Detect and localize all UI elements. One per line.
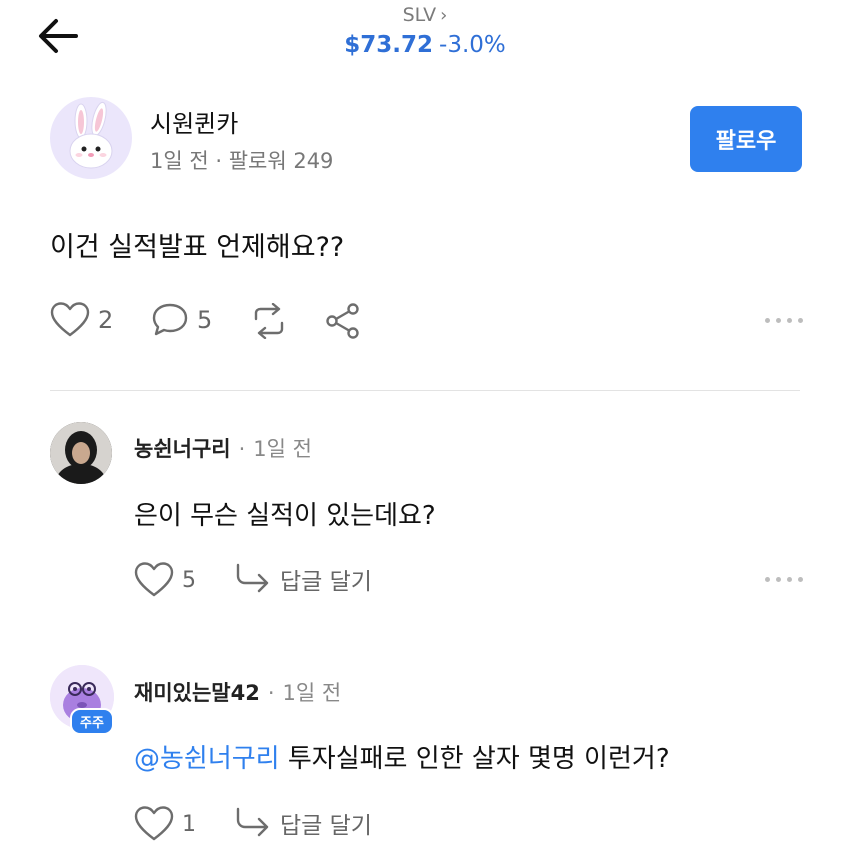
comment-body: 은이 무슨 실적이 있는데요?	[134, 501, 436, 531]
mention-link[interactable]: @농쉰너구리	[134, 744, 280, 774]
share-button[interactable]	[324, 302, 362, 340]
post-body: 이건 실적발표 언제해요??	[50, 232, 345, 263]
author-meta: 1일 전 · 팔로워 249	[150, 149, 334, 173]
commenter-avatar[interactable]	[50, 422, 112, 484]
like-count: 2	[98, 306, 114, 334]
reply-button[interactable]: 답글 달기	[234, 562, 372, 596]
comment-body: @농쉰너구리 투자실패로 인한 살자 몇명 이런거?	[134, 738, 670, 775]
reply-label: 답글 달기	[280, 813, 372, 839]
divider	[50, 390, 800, 391]
comment-time: 1일 전	[253, 437, 312, 461]
author-name[interactable]: 시원퀸카	[150, 104, 238, 139]
reply-label: 답글 달기	[280, 569, 372, 595]
repost-button[interactable]	[248, 303, 290, 339]
commenter-name[interactable]: 재미있는말42	[134, 677, 260, 707]
price-quote: $73.72 -3.0%	[0, 32, 850, 58]
bunny-avatar-icon	[69, 101, 113, 169]
commenter-name[interactable]: 농쉰너구리	[134, 433, 231, 463]
comment-like-count: 1	[182, 811, 196, 837]
reply-arrow-icon	[236, 563, 269, 593]
comment-time: 1일 전	[282, 681, 342, 705]
heart-icon	[50, 302, 90, 337]
person-photo-icon	[50, 422, 112, 484]
comment-button[interactable]: 5	[151, 302, 212, 338]
price-value: $73.72	[344, 32, 434, 58]
follow-button[interactable]: 팔로우	[690, 106, 802, 172]
share-icon	[326, 303, 359, 339]
author-avatar[interactable]	[50, 97, 132, 179]
ticker-symbol: SLV	[402, 4, 437, 26]
separator: ·	[238, 437, 246, 461]
shareholder-badge: 주주	[70, 708, 114, 735]
ticker-link[interactable]: SLV ›	[0, 4, 850, 26]
price-change: -3.0%	[439, 32, 506, 58]
chevron-right-icon: ›	[440, 5, 448, 26]
comment-like-button[interactable]: 1	[134, 806, 196, 842]
reply-arrow-icon	[236, 807, 269, 837]
like-button[interactable]: 2	[50, 302, 113, 338]
heart-icon	[134, 806, 174, 841]
comment-header: 농쉰너구리 · 1일 전	[134, 433, 312, 463]
comment-like-count: 5	[182, 567, 196, 593]
post-more-icon[interactable]	[765, 318, 803, 323]
heart-icon	[134, 562, 174, 597]
reply-button[interactable]: 답글 달기	[234, 806, 372, 840]
separator: ·	[267, 681, 275, 705]
comment-like-button[interactable]: 5	[134, 562, 196, 598]
comment-bubble-icon	[152, 303, 188, 336]
comment-more-icon[interactable]	[765, 577, 803, 582]
comment-header: 재미있는말42 · 1일 전	[134, 677, 341, 707]
comment-count: 5	[197, 306, 213, 334]
repost-icon	[254, 303, 284, 339]
comment-text: 투자실패로 인한 살자 몇명 이런거?	[279, 744, 670, 774]
